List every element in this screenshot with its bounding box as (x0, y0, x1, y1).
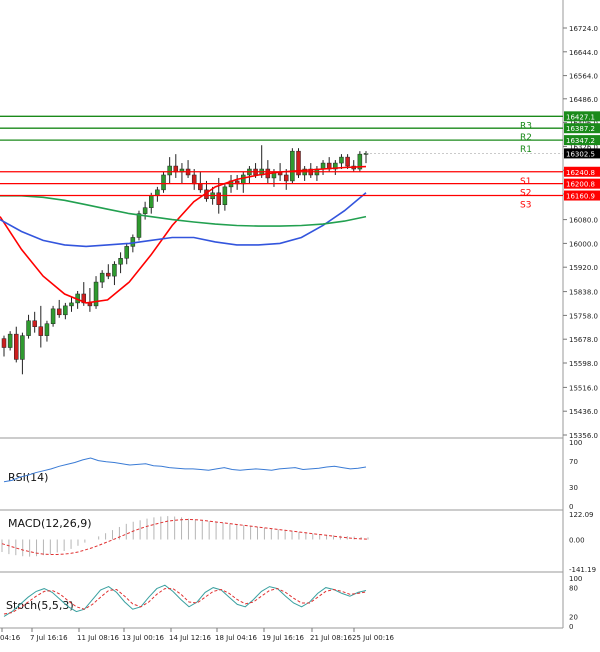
price-tick-label: 15678.0 (569, 336, 598, 344)
bear-candle (1, 338, 7, 348)
pivot-level-value: 16427.1 (566, 113, 595, 121)
bull-candle (50, 308, 56, 324)
rsi-tick-label: 0 (569, 503, 573, 511)
price-tick-label: 15516.0 (569, 384, 598, 392)
pivot-level-name: R3 (520, 121, 532, 131)
bear-candle (173, 165, 179, 173)
price-tick-label: 16080.0 (569, 217, 598, 225)
time-tick-label: 21 Jul 08:16 (310, 634, 353, 642)
time-tick-label: 19 Jul 16:16 (262, 634, 305, 642)
price-tick-label: 16564.0 (569, 73, 598, 81)
stoch-tick-label: 80 (569, 585, 578, 593)
bear-candle (56, 308, 62, 316)
bear-candle (216, 192, 221, 205)
pivot-level-value: 16160.9 (566, 193, 595, 201)
bull-candle (99, 272, 105, 283)
bull-candle (20, 335, 25, 360)
pivot-level-name: S1 (520, 177, 531, 187)
chart-window: 16724.016644.016564.016486.016406.016326… (0, 0, 600, 648)
macd-tick-label: -141.19 (569, 566, 596, 574)
chart-svg: 16724.016644.016564.016486.016406.016326… (0, 0, 600, 648)
rsi-tick-label: 100 (569, 439, 582, 447)
stoch-tick-label: 0 (569, 623, 573, 631)
bull-candle (167, 165, 172, 176)
pivot-level-value: 16200.8 (566, 181, 595, 189)
time-tick-label: 11 Jul 08:16 (77, 634, 120, 642)
bull-candle (161, 174, 166, 191)
stoch-tick-label: 100 (569, 575, 582, 583)
bear-candle (32, 320, 37, 327)
pivot-level-value: 16387.2 (566, 125, 595, 133)
bull-candle (290, 150, 295, 182)
bull-candle (241, 174, 246, 185)
pivot-level-value: 16240.8 (566, 169, 595, 177)
stoch-tick-label: 20 (569, 613, 578, 621)
rsi-title: RSI(14) (8, 471, 48, 484)
price-tick-label: 15436.0 (569, 408, 598, 416)
rsi-tick-label: 30 (569, 484, 578, 492)
price-tick-label: 15920.0 (569, 264, 598, 272)
bull-candle (63, 305, 68, 316)
price-tick-label: 15758.0 (569, 312, 598, 320)
macd-tick-label: 122.09 (569, 511, 594, 519)
price-tick-label: 15838.0 (569, 289, 598, 297)
price-tick-label: 15598.0 (569, 360, 598, 368)
bull-candle (136, 213, 142, 238)
time-tick-label: 13 Jul 00:16 (122, 634, 165, 642)
price-tick-label: 16724.0 (569, 25, 598, 33)
macd-title: MACD(12,26,9) (8, 517, 92, 530)
bull-candle (124, 246, 129, 259)
bear-candle (14, 333, 19, 360)
bull-candle (149, 195, 154, 208)
time-tick-label: 18 Jul 04:16 (215, 634, 258, 642)
bear-candle (106, 272, 111, 277)
pivot-level-name: S3 (520, 201, 531, 211)
bull-candle (69, 302, 74, 307)
bull-candle (7, 333, 13, 348)
background (0, 0, 600, 648)
macd-tick-label: 0.00 (569, 537, 585, 545)
current-price-label: 16302.5 (566, 150, 595, 158)
pivot-level-name: R2 (520, 133, 532, 143)
price-tick-label: 16486.0 (569, 96, 598, 104)
pivot-level-value: 16347.2 (566, 137, 595, 145)
bear-candle (283, 174, 289, 182)
price-tick-label: 16000.0 (569, 240, 598, 248)
bull-candle (118, 258, 123, 265)
bull-candle (339, 156, 344, 164)
time-tick-label: 7 Jul 16:16 (30, 634, 68, 642)
bear-candle (38, 326, 44, 336)
bull-candle (26, 320, 31, 336)
pivot-level-name: S2 (520, 189, 531, 199)
bear-candle (198, 183, 203, 191)
bull-candle (112, 263, 117, 277)
time-tick-label: 14 Jul 12:16 (169, 634, 212, 642)
bear-candle (345, 156, 350, 167)
rsi-tick-label: 70 (569, 458, 578, 466)
price-tick-label: 16644.0 (569, 49, 598, 57)
time-tick-label: 25 Jul 00:16 (352, 634, 395, 642)
bear-candle (191, 174, 197, 185)
bull-candle (44, 323, 50, 336)
time-tick-label: 04:16 (0, 634, 21, 642)
bull-candle (142, 207, 148, 214)
